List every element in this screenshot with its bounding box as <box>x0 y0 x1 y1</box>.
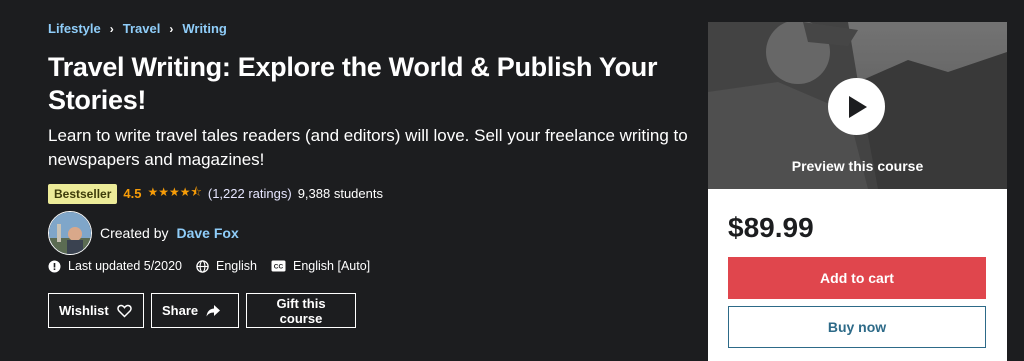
captions-text: English [Auto] <box>293 259 371 273</box>
purchase-card: Preview this course $89.99 Add to cart B… <box>708 22 1007 361</box>
students-count: 9,388 students <box>297 186 383 201</box>
globe-icon <box>196 259 209 273</box>
rating-row: Bestseller 4.5 ★★★★⯪ (1,222 ratings) 9,3… <box>48 183 383 204</box>
buy-now-button[interactable]: Buy now <box>728 306 986 348</box>
course-preview[interactable]: Preview this course <box>708 22 1007 189</box>
captions: CC English [Auto] <box>271 259 370 273</box>
closed-captions-icon: CC <box>271 260 286 272</box>
share-button[interactable]: Share <box>151 293 239 328</box>
breadcrumb-travel[interactable]: Travel <box>123 21 161 36</box>
course-title: Travel Writing: Explore the World & Publ… <box>48 52 658 115</box>
star-rating-icon: ★★★★⯪ <box>147 185 202 199</box>
heart-icon <box>116 304 132 318</box>
avatar[interactable] <box>48 211 92 255</box>
alert-badge-icon <box>48 260 61 272</box>
share-label: Share <box>162 303 199 318</box>
ratings-count-link[interactable]: (1,222 ratings) <box>208 186 292 201</box>
wishlist-button[interactable]: Wishlist <box>48 293 144 328</box>
wishlist-label: Wishlist <box>59 303 109 318</box>
preview-label: Preview this course <box>791 158 924 174</box>
gift-course-button[interactable]: Gift this course <box>246 293 356 328</box>
play-icon <box>848 95 867 118</box>
language-text: English <box>216 259 257 273</box>
chevron-right-icon: › <box>169 21 174 36</box>
language: English <box>196 259 257 273</box>
chevron-right-icon: › <box>109 21 114 36</box>
author-row: Created by Dave Fox <box>48 211 239 255</box>
rating-value: 4.5 <box>123 186 142 201</box>
add-to-cart-button[interactable]: Add to cart <box>728 257 986 299</box>
action-buttons: Wishlist Share Gift this course <box>48 293 356 328</box>
gift-label: Gift this course <box>276 295 326 326</box>
breadcrumb-writing[interactable]: Writing <box>182 21 227 36</box>
svg-text:CC: CC <box>274 264 284 271</box>
meta-row: Last updated 5/2020 English CC English [… <box>48 259 370 273</box>
breadcrumb: Lifestyle › Travel › Writing <box>48 21 227 36</box>
last-updated: Last updated 5/2020 <box>48 259 182 273</box>
created-by-label: Created by <box>100 225 169 241</box>
last-updated-text: Last updated 5/2020 <box>68 259 182 273</box>
author-link[interactable]: Dave Fox <box>176 225 238 241</box>
course-subtitle: Learn to write travel tales readers (and… <box>48 126 688 169</box>
share-arrow-icon <box>206 304 221 316</box>
course-price: $89.99 <box>728 212 814 243</box>
bestseller-badge: Bestseller <box>48 183 118 204</box>
breadcrumb-lifestyle[interactable]: Lifestyle <box>48 21 101 36</box>
play-button[interactable] <box>828 78 885 135</box>
